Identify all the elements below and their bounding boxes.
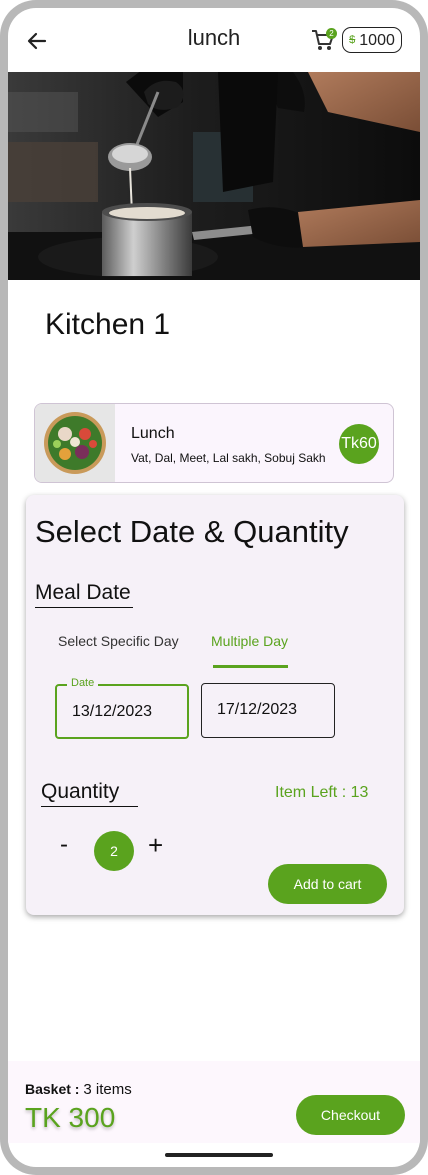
active-tab-indicator — [213, 665, 288, 668]
basket-summary: Basket : 3 items — [25, 1081, 132, 1098]
meal-card[interactable]: Lunch Vat, Dal, Meet, Lal sakh, Sobuj Sa… — [34, 403, 394, 483]
section-title: Select Date & Quantity — [35, 514, 349, 549]
quantity-label: Quantity — [41, 780, 138, 807]
coin-icon: $ — [349, 33, 356, 46]
app-screen: lunch 2 $ 1000 Kitchen 1 Lunch Vat, Dal,… — [8, 8, 420, 1167]
meal-date-label: Meal Date — [35, 581, 133, 608]
add-to-cart-button[interactable]: Add to cart — [268, 864, 387, 904]
cart-count-badge: 2 — [326, 28, 337, 39]
chef-cooking-photo — [8, 72, 420, 280]
end-date-field[interactable]: 17/12/2023 — [201, 683, 335, 738]
basket-item-count: 3 items — [83, 1081, 132, 1098]
wallet-balance[interactable]: $ 1000 — [342, 27, 402, 53]
basket-total: TK 300 — [25, 1102, 116, 1133]
meal-description: Vat, Dal, Meet, Lal sakh, Sobuj Sakh — [131, 451, 326, 465]
tab-multiple-day[interactable]: Multiple Day — [211, 633, 288, 649]
kitchen-hero-image — [8, 72, 420, 280]
device-frame: lunch 2 $ 1000 Kitchen 1 Lunch Vat, Dal,… — [0, 0, 428, 1175]
decrease-quantity-button[interactable]: - — [60, 831, 68, 859]
checkout-button[interactable]: Checkout — [296, 1095, 405, 1135]
wallet-amount: 1000 — [359, 31, 395, 49]
increase-quantity-button[interactable]: + — [148, 830, 163, 861]
salad-bowl-photo — [35, 404, 115, 482]
meal-price-badge: Tk60 — [339, 424, 379, 464]
top-app-bar: lunch 2 $ 1000 — [8, 8, 420, 72]
quantity-value: 2 — [94, 831, 134, 871]
kitchen-name: Kitchen 1 — [45, 308, 171, 341]
start-date-field[interactable]: 13/12/2023 — [55, 684, 189, 739]
tab-select-specific-day[interactable]: Select Specific Day — [58, 633, 179, 649]
basket-label: Basket : — [25, 1081, 84, 1097]
basket-bar: Basket : 3 items TK 300 Checkout — [8, 1061, 420, 1143]
items-left-text: Item Left : 13 — [275, 784, 369, 801]
home-indicator[interactable] — [165, 1153, 273, 1157]
date-quantity-card: Select Date & Quantity Meal Date Select … — [26, 495, 404, 915]
date-field-label: Date — [67, 676, 99, 690]
meal-thumbnail — [35, 404, 115, 482]
meal-title: Lunch — [131, 425, 175, 442]
